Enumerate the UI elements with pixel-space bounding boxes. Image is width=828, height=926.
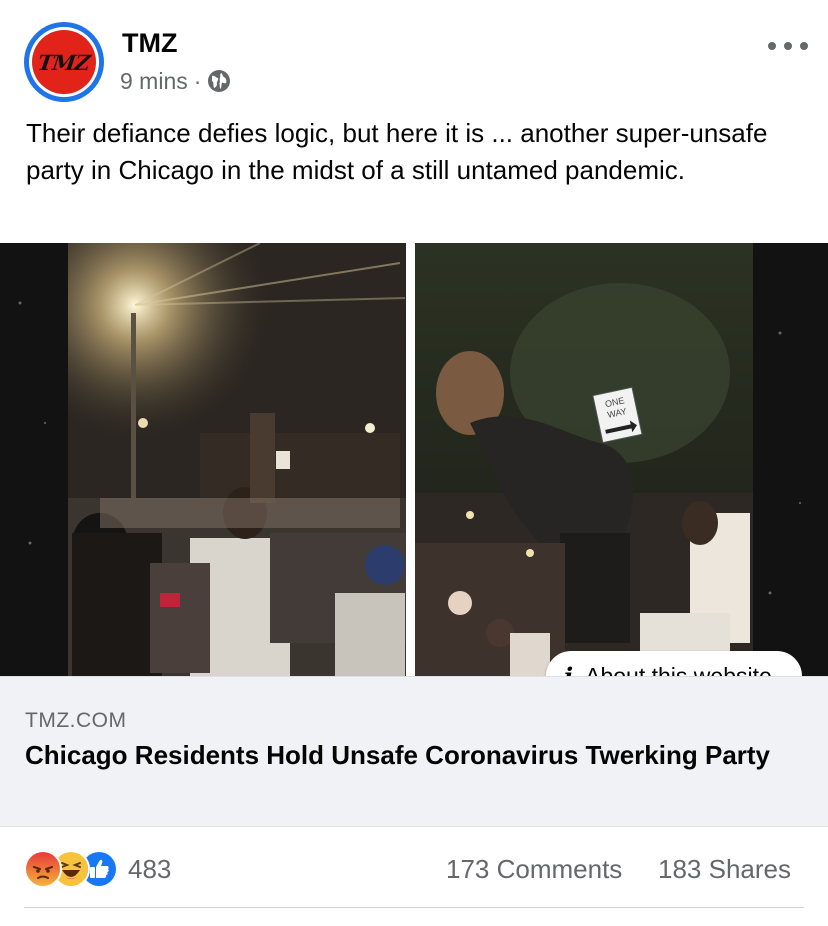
post-caption: Their defiance defies logic, but here it… — [26, 118, 768, 185]
post-meta: 9 mins · — [120, 66, 231, 96]
reaction-count: 483 — [128, 853, 172, 884]
shares-count[interactable]: 183 Shares — [658, 854, 791, 885]
link-preview-image[interactable]: ONE WAY — [0, 243, 828, 676]
page-name[interactable]: TMZ — [122, 28, 177, 59]
post-time[interactable]: 9 mins — [120, 68, 188, 95]
link-domain: TMZ.COM — [25, 709, 127, 732]
page-avatar[interactable]: TMZ — [24, 22, 104, 102]
meta-separator: · — [193, 67, 202, 94]
reactions-summary[interactable]: 483 — [24, 850, 171, 888]
link-title[interactable]: Chicago Residents Hold Unsafe Coronaviru… — [25, 739, 785, 771]
link-preview-box[interactable]: TMZ.COM Chicago Residents Hold Unsafe Co… — [0, 676, 828, 827]
more-dot — [784, 42, 792, 50]
more-options-button[interactable] — [768, 36, 808, 56]
globe-icon — [207, 69, 231, 93]
more-dot — [768, 42, 776, 50]
more-dot — [800, 42, 808, 50]
facebook-post: TMZ TMZ 9 mins · Their defiance defies l… — [0, 0, 828, 926]
tmz-logo-text: TMZ — [36, 49, 92, 75]
divider — [24, 907, 804, 908]
tmz-logo: TMZ — [32, 30, 96, 94]
angry-reaction-icon — [24, 850, 62, 888]
comments-count[interactable]: 173 Comments — [446, 854, 622, 885]
